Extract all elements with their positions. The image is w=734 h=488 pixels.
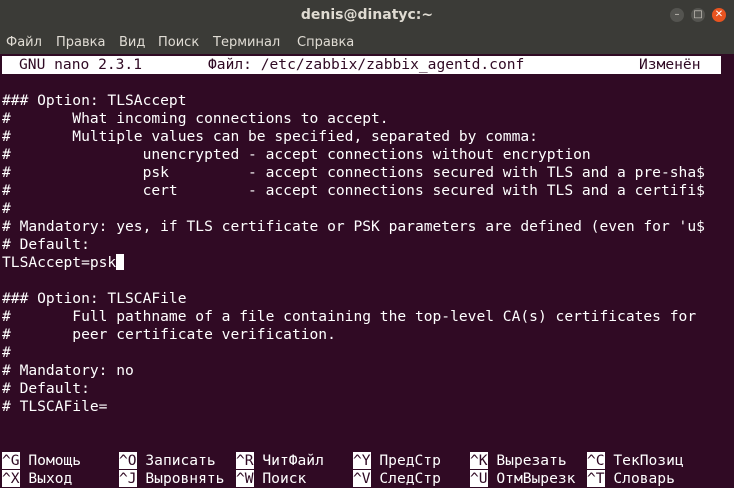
minimize-button[interactable]: – xyxy=(670,8,684,22)
editor-line: # Mandatory: yes, if TLS certificate or … xyxy=(2,218,705,235)
editor-line: # TLSCAFile= xyxy=(2,398,108,415)
shortcut-next-page[interactable]: ^V СледСтр xyxy=(353,470,441,488)
menu-file[interactable]: Файл xyxy=(6,35,42,50)
editor-line: # psk - accept connections secured with … xyxy=(2,164,705,181)
shortcut-justify[interactable]: ^J Выровнять xyxy=(119,470,224,488)
shortcut-prev-page[interactable]: ^Y ПредСтр xyxy=(353,452,441,470)
editor-line: # unencrypted - accept connections witho… xyxy=(2,146,591,163)
shortcut-label: Выровнять xyxy=(145,470,225,487)
editor-line: # Multiple values can be specified, sepa… xyxy=(2,128,538,145)
editor-line: # Full pathname of a file containing the… xyxy=(2,308,697,325)
shortcut-key: ^V xyxy=(353,470,371,487)
shortcut-uncut-text[interactable]: ^U ОтмВырезк xyxy=(470,470,575,488)
shortcut-help[interactable]: ^G Помощь xyxy=(2,452,81,470)
shortcut-key: ^O xyxy=(119,452,137,469)
shortcut-label: ПредСтр xyxy=(379,452,441,469)
shortcut-cut-text[interactable]: ^K Вырезать xyxy=(470,452,567,470)
shortcut-exit[interactable]: ^X Выход xyxy=(2,470,72,488)
shortcut-read-file[interactable]: ^R ЧитФайл xyxy=(236,452,324,470)
editor-line-text: TLSAccept=psk xyxy=(2,254,117,271)
shortcut-write-out[interactable]: ^O Записать xyxy=(119,452,216,470)
shortcut-key: ^W xyxy=(236,470,254,487)
editor-line-cursor[interactable]: TLSAccept=psk xyxy=(2,254,125,272)
editor-line: # Mandatory: no xyxy=(2,362,134,379)
menu-help[interactable]: Справка xyxy=(297,35,354,50)
shortcut-label: Вырезать xyxy=(496,452,567,469)
menu-search[interactable]: Поиск xyxy=(158,35,199,50)
nano-filename: Файл: /etc/zabbix/zabbix_agentd.conf xyxy=(208,56,525,73)
editor-line: # cert - accept connections secured with… xyxy=(2,182,705,199)
shortcut-label: Записать xyxy=(145,452,216,469)
menu-view[interactable]: Вид xyxy=(119,35,145,50)
menu-edit[interactable]: Правка xyxy=(56,35,105,50)
menubar: Файл Правка Вид Поиск Терминал Справка xyxy=(0,32,734,54)
shortcut-where-is[interactable]: ^W Поиск xyxy=(236,470,306,488)
nano-header: GNU nano 2.3.1 Файл: /etc/zabbix/zabbix_… xyxy=(2,56,721,74)
editor-line: # xyxy=(2,200,11,217)
maximize-button[interactable]: □ xyxy=(691,8,705,22)
shortcut-cur-pos[interactable]: ^C ТекПозиц xyxy=(587,452,684,470)
shortcut-label: ЧитФайл xyxy=(262,452,324,469)
shortcut-key: ^C xyxy=(587,452,605,469)
shortcut-key: ^X xyxy=(2,470,20,487)
shortcut-key: ^G xyxy=(2,452,20,469)
shortcut-label: Поиск xyxy=(262,470,307,487)
editor-line: # Default: xyxy=(2,236,90,253)
shortcut-key: ^U xyxy=(470,470,488,487)
shortcut-label: Выход xyxy=(28,470,73,487)
editor-line: ### Option: TLSCAFile xyxy=(2,290,187,307)
editor-line: # xyxy=(2,344,11,361)
shortcut-label: Помощь xyxy=(28,452,82,469)
shortcut-key: ^Y xyxy=(353,452,371,469)
editor-line: ### Option: TLSAccept xyxy=(2,92,187,109)
menu-terminal[interactable]: Терминал xyxy=(213,35,280,50)
shortcut-to-spell[interactable]: ^T Словарь xyxy=(587,470,675,488)
shortcut-key: ^T xyxy=(587,470,605,487)
editor-line: # peer certificate verification. xyxy=(2,326,336,343)
shortcut-key: ^K xyxy=(470,452,488,469)
shortcut-label: СледСтр xyxy=(379,470,441,487)
window-title: denis@dinatyc:~ xyxy=(300,7,434,23)
editor-line: # Default: xyxy=(2,380,90,397)
window-titlebar[interactable]: denis@dinatyc:~ – □ ✕ xyxy=(0,0,734,32)
nano-version: GNU nano 2.3.1 xyxy=(19,56,143,73)
shortcut-label: Словарь xyxy=(613,470,675,487)
shortcut-label: ОтмВырезк xyxy=(496,470,576,487)
close-button[interactable]: ✕ xyxy=(712,8,726,22)
shortcut-key: ^J xyxy=(119,470,137,487)
shortcut-key: ^R xyxy=(236,452,254,469)
shortcut-label: ТекПозиц xyxy=(613,452,684,469)
text-cursor xyxy=(116,254,125,270)
terminal-area[interactable]: GNU nano 2.3.1 Файл: /etc/zabbix/zabbix_… xyxy=(0,54,734,488)
editor-line: # What incoming connections to accept. xyxy=(2,110,389,127)
nano-modified-status: Изменён xyxy=(639,56,701,73)
